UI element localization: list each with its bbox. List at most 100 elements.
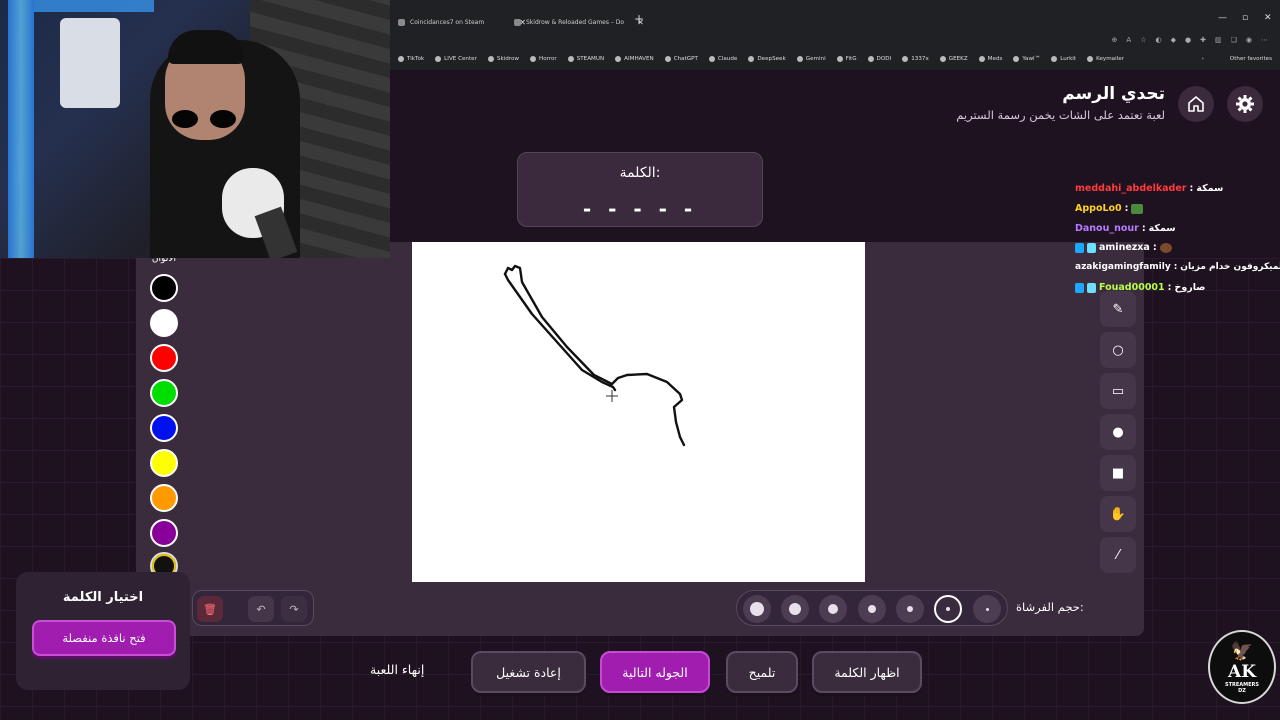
action-group: 🗑 ↶ ↷ [192,590,314,626]
bookmark[interactable]: Horror [529,56,557,62]
zoom-icon[interactable]: ⊕ [1112,36,1118,44]
settings-button[interactable] [1227,86,1263,122]
color-swatch[interactable] [150,484,178,512]
chat-message: AppoLo0 : [1075,203,1144,214]
page-title: تحدي الرسم [1062,84,1165,104]
color-swatch[interactable] [150,414,178,442]
maximize-icon[interactable]: ▫ [1242,13,1248,23]
line-button[interactable]: ⁄ [1100,537,1136,573]
bookmark[interactable]: Gemini [796,56,826,62]
jersey [60,18,120,108]
split-icon[interactable]: ▥ [1215,36,1222,44]
show-word-button[interactable]: اظهار الكلمة [812,651,922,693]
redo-icon: ↷ [289,602,299,616]
fill-button[interactable]: ✋ [1100,496,1136,532]
bookmark[interactable]: Claude [708,56,737,62]
circle-fill-button[interactable]: ● [1100,414,1136,450]
bookmark[interactable]: Yawl™ [1013,56,1040,62]
bookmark[interactable]: DeepSeek [748,56,786,62]
streamers-logo: 🦅 AK STREAMERS DZ [1208,630,1276,704]
redo-button[interactable]: ↷ [281,596,307,622]
color-swatch[interactable] [150,379,178,407]
bookmark[interactable]: FitG [836,56,857,62]
chat-text: سمكة [1148,223,1176,234]
chat-message: meddahi_abdelkader : سمكة [1075,183,1223,194]
close-window-icon[interactable]: ✕ [1264,13,1272,23]
home-button[interactable] [1178,86,1214,122]
chat-text: صاروخ [1174,282,1206,293]
color-swatch[interactable] [150,309,178,337]
bookmark[interactable]: 1337x [902,56,929,62]
chat-separator: : [1141,223,1146,234]
gear-icon [1236,95,1254,113]
bookmark[interactable]: AIMHAVEN [615,56,654,62]
favorite-icon[interactable]: ☆ [1140,36,1146,44]
logo-text: AK [1228,661,1256,682]
extension-icon[interactable]: ● [1185,36,1191,44]
bookmark[interactable]: Meds [978,56,1002,62]
circle-outline-button[interactable]: ○ [1100,332,1136,368]
color-swatch[interactable] [150,449,178,477]
chat-text: الميكروفون خدام مزيان [1180,262,1280,272]
collections-icon[interactable]: ❏ [1231,36,1237,44]
bookmark[interactable]: STEAMUN [567,56,604,62]
chat-message: Danou_nour : سمكة [1075,223,1176,234]
rect-outline-icon: ▭ [1111,383,1125,399]
bookmark[interactable]: LIVE Center [435,56,477,62]
neon-light [8,0,34,258]
brush-size-option-selected[interactable] [934,595,962,623]
browser-tab[interactable]: Skidrow & Reloaded Games – Do ✕ [508,12,650,32]
rect-fill-icon: ■ [1111,465,1125,481]
sunglasses [172,110,238,130]
brush-size-option[interactable] [743,595,771,623]
rect-outline-button[interactable]: ▭ [1100,373,1136,409]
new-tab-icon[interactable]: + [634,12,644,26]
extension-icon[interactable]: ◆ [1171,36,1176,44]
brush-size-group [736,590,1008,626]
open-window-button[interactable]: فتح نافذة منفصلة [32,620,176,656]
eraser-button[interactable]: ✎ [1100,291,1136,327]
more-icon[interactable]: ⋯ [1261,36,1268,44]
bookmark[interactable]: ChatGPT [664,56,698,62]
undo-button[interactable]: ↶ [248,596,274,622]
brush-size-option[interactable] [819,595,847,623]
brush-size-option[interactable] [896,595,924,623]
bookmark[interactable]: Keymailer [1087,56,1124,62]
tab-label: Coincidances7 on Steam [410,18,485,26]
line-icon: ⁄ [1116,547,1120,563]
logo-subtext-2: DZ [1238,687,1246,694]
next-round-button[interactable]: الجوله التالية [600,651,710,693]
webcam-overlay-top [0,0,390,258]
brush-size-option[interactable] [781,595,809,623]
bookmark[interactable]: GEEKZ [939,56,968,62]
read-aloud-icon[interactable]: A [1126,36,1131,44]
clear-button[interactable]: 🗑 [197,596,223,622]
canvas-toolbar: 🗑 ↶ ↷ حجم الفرشاة: [136,582,1144,636]
color-swatch[interactable] [150,344,178,372]
drawing-canvas[interactable] [412,242,865,582]
page-subtitle: لعبة تعتمد على الشات يخمن رسمة الستريم [956,108,1165,122]
bookmarks-overflow-icon[interactable]: › [1202,52,1204,66]
rect-fill-button[interactable]: ■ [1100,455,1136,491]
brush-size-option[interactable] [858,595,886,623]
other-favorites[interactable]: Other favorites [1227,52,1272,66]
bookmark[interactable]: Lurkit [1051,56,1076,62]
hint-button[interactable]: تلميح [726,651,798,693]
brush-size-option[interactable] [973,595,1001,623]
bookmark[interactable]: TikTok [398,56,424,62]
puzzle-icon[interactable]: ✚ [1200,36,1206,44]
bookmark[interactable]: Skidrow [487,56,519,62]
color-swatch[interactable] [150,274,178,302]
color-swatch[interactable] [150,519,178,547]
profile-icon[interactable]: ◉ [1246,36,1252,44]
badge-icon [1087,242,1096,253]
minimize-icon[interactable]: — [1218,13,1227,23]
end-game-button[interactable]: إنهاء اللعبة [370,662,424,677]
chat-username: azakigamingfamily [1075,262,1171,272]
restart-button[interactable]: إعادة تشغيل [471,651,586,693]
extension-icon[interactable]: ◐ [1156,36,1162,44]
tab-favicon-icon [398,18,405,26]
tab-strip: Coincidances7 on Steam ✕ Skidrow & Reloa… [390,12,1280,32]
bookmark[interactable]: DODI [867,56,891,62]
home-icon [1188,96,1204,112]
